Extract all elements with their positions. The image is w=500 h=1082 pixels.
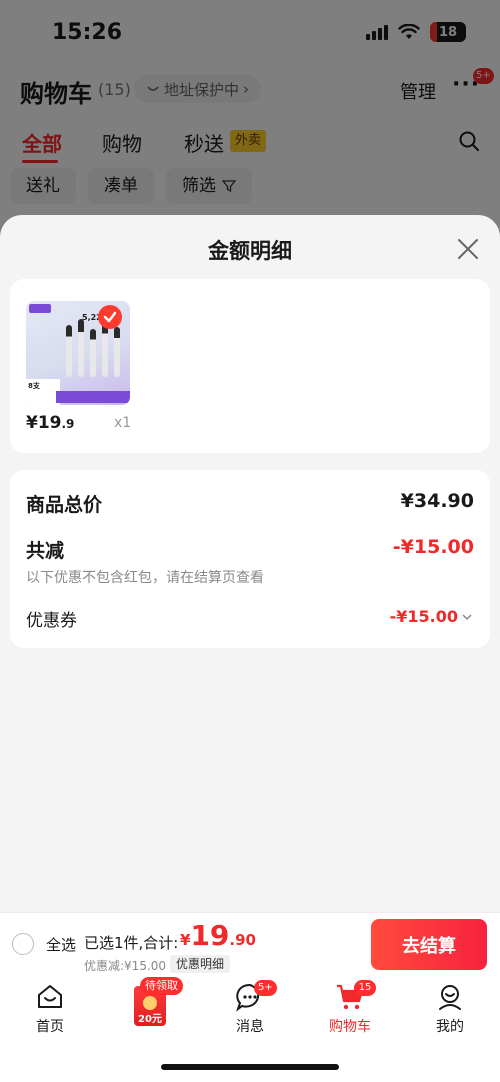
reduce-note: 以下优惠不包含红包，请在结算页查看 <box>26 570 264 586</box>
tabbar-cart[interactable]: 购物车 15 <box>310 980 390 1036</box>
summary-text: 已选1件,合计: <box>84 934 179 952</box>
home-indicator <box>161 1064 339 1070</box>
checkout-button[interactable]: 去结算 <box>371 919 487 970</box>
tabbar-mine[interactable]: 我的 <box>410 982 490 1036</box>
tabbar-messages[interactable]: 消息 5+ <box>210 980 290 1036</box>
item-price: ¥19.9 <box>26 413 74 433</box>
total-dec: .90 <box>229 931 256 949</box>
thumb-stamp: 8支 <box>26 379 60 405</box>
cart-badge: 15 <box>354 980 376 996</box>
checkout-bar: 全选 已选1件,合计: ¥ 19 .90 优惠减:¥15.00 优惠明细 去结算 <box>0 912 500 976</box>
total-value: ¥34.90 <box>400 490 474 512</box>
selected-check-icon <box>98 305 122 329</box>
tabbar-home[interactable]: 首页 <box>10 982 90 1036</box>
goods-card: 5,220 8支 ¥19.9 x1 <box>10 279 490 453</box>
coupon-row[interactable]: -¥15.00 <box>390 607 472 626</box>
total-int: 19 <box>190 919 230 952</box>
total-label: 商品总价 <box>26 494 103 516</box>
tabbar-home-label: 首页 <box>36 1019 64 1035</box>
total-currency: ¥ <box>180 931 191 949</box>
coupon-value: -¥15.00 <box>389 607 458 626</box>
red-packet-tag: 待领取 <box>140 977 183 995</box>
reduce-label: 共减 <box>26 540 65 562</box>
messages-badge: 5+ <box>254 980 277 996</box>
tabbar-mine-label: 我的 <box>436 1019 464 1035</box>
total-price: ¥ 19 .90 <box>180 919 256 952</box>
discount-text: 优惠减:¥15.00 <box>84 959 167 973</box>
home-icon <box>35 982 65 1012</box>
discount-detail-button[interactable]: 优惠明细 <box>170 955 231 973</box>
close-icon[interactable] <box>456 237 480 261</box>
select-all-checkbox[interactable] <box>12 933 34 955</box>
tabbar-messages-label: 消息 <box>236 1019 264 1035</box>
amount-card: 商品总价 ¥34.90 共减 -¥15.00 以下优惠不包含红包，请在结算页查看… <box>10 470 490 648</box>
coupon-label: 优惠券 <box>26 611 77 631</box>
user-icon <box>435 982 465 1012</box>
tabbar-cart-label: 购物车 <box>329 1019 371 1035</box>
item-price-dec: .9 <box>61 417 75 431</box>
reduce-value: -¥15.00 <box>392 536 474 558</box>
item-quantity: x1 <box>114 415 132 431</box>
item-price-int: ¥19 <box>26 413 62 433</box>
select-all-label[interactable]: 全选 <box>46 934 76 955</box>
sheet-title: 金额明细 <box>208 239 292 263</box>
chevron-down-icon <box>462 613 472 620</box>
red-packet-amount: 20元 <box>138 1014 162 1025</box>
